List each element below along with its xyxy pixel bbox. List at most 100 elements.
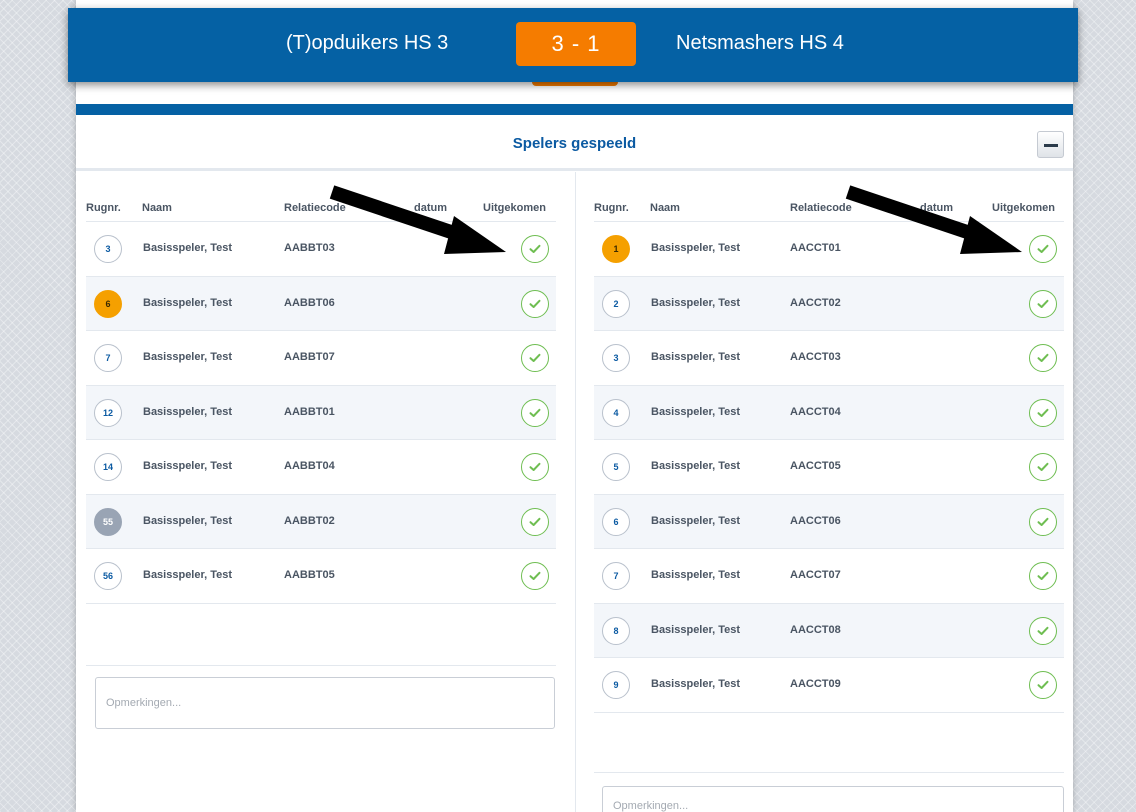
annotation-arrow-left <box>329 185 506 254</box>
player-name: Basisspeler, Test <box>143 569 233 581</box>
player-name: Basisspeler, Test <box>651 623 741 636</box>
outcome-check-icon[interactable] <box>521 507 549 536</box>
outcome-check-icon[interactable] <box>521 289 549 318</box>
table-row: 5 Basisspeler, Test AACCT05 <box>594 440 1064 495</box>
outcome-check-icon[interactable] <box>1029 453 1057 481</box>
relation-code: AABBT04 <box>284 460 335 472</box>
player-name: Basisspeler, Test <box>651 569 741 581</box>
player-name: Basisspeler, Test <box>651 405 741 418</box>
away-players-list: 1 Basisspeler, Test AACCT01 2 Basisspeler, T… <box>594 222 1064 713</box>
table-row: 7 Basisspeler, Test AABBT07 <box>86 331 556 386</box>
relation-code: AACCT04 <box>790 405 841 418</box>
annotation-arrow-right <box>845 185 1022 254</box>
outcome-check-icon[interactable] <box>521 344 549 372</box>
match-header: (T)opduikers HS 3 3 - 1 Netsmashers HS 4 <box>68 8 1078 82</box>
shirt-number-badge: 8 <box>602 616 630 645</box>
relation-code: AACCT09 <box>790 678 841 690</box>
score-badge: 3 - 1 <box>516 22 636 66</box>
player-name: Basisspeler, Test <box>651 460 741 472</box>
player-name: Basisspeler, Test <box>143 242 233 254</box>
shirt-number-badge: 55 <box>94 507 122 536</box>
player-name: Basisspeler, Test <box>651 351 741 363</box>
player-name: Basisspeler, Test <box>143 460 233 472</box>
shirt-number-badge: 56 <box>94 562 122 590</box>
table-row: 3 Basisspeler, Test AACCT03 <box>594 331 1064 386</box>
table-row: 7 Basisspeler, Test AACCT07 <box>594 549 1064 604</box>
relation-code: AABBT07 <box>284 351 335 363</box>
relation-code: AACCT06 <box>790 514 841 527</box>
outcome-check-icon[interactable] <box>521 235 549 263</box>
column-header-number: Rugnr. <box>86 202 121 214</box>
outcome-check-icon[interactable] <box>521 398 549 427</box>
shirt-number-badge: 4 <box>602 398 630 427</box>
shirt-number-badge: 5 <box>602 453 630 481</box>
outcome-check-icon[interactable] <box>1029 616 1057 645</box>
table-row: 6 Basisspeler, Test AABBT06 <box>86 276 556 331</box>
outcome-check-icon[interactable] <box>521 453 549 481</box>
table-row: 56 Basisspeler, Test AABBT05 <box>86 549 556 604</box>
relation-code: AACCT02 <box>790 296 841 309</box>
away-team-name: Netsmashers HS 4 <box>676 32 844 54</box>
relation-code: AACCT08 <box>790 623 841 636</box>
player-name: Basisspeler, Test <box>651 242 741 254</box>
collapse-button[interactable] <box>1037 131 1064 158</box>
relation-code: AABBT02 <box>284 514 335 527</box>
outcome-check-icon[interactable] <box>1029 398 1057 427</box>
score-tab <box>532 82 618 86</box>
away-players-panel: Rugnr. Naam Relatiecode datum Uitgekomen… <box>594 172 1064 812</box>
home-players-panel: Rugnr. Naam Relatiecode datum Uitgekomen… <box>86 172 556 812</box>
table-row: 6 Basisspeler, Test AACCT06 <box>594 494 1064 549</box>
player-name: Basisspeler, Test <box>143 405 233 418</box>
section-title: Spelers gespeeld <box>512 135 637 152</box>
table-row: 9 Basisspeler, Test AACCT09 <box>594 658 1064 713</box>
relation-code: AACCT01 <box>790 242 841 254</box>
column-header-number: Rugnr. <box>594 202 629 214</box>
section-header: Spelers gespeeld <box>76 115 1073 171</box>
relation-code: AABBT06 <box>284 296 335 309</box>
column-divider <box>575 172 576 812</box>
shirt-number-badge: 9 <box>602 671 630 699</box>
outcome-check-icon[interactable] <box>1029 235 1057 263</box>
table-row: 55 Basisspeler, Test AABBT02 <box>86 494 556 549</box>
shirt-number-badge: 2 <box>602 289 630 318</box>
table-row: 2 Basisspeler, Test AACCT02 <box>594 276 1064 331</box>
table-row: 8 Basisspeler, Test AACCT08 <box>594 603 1064 658</box>
relation-code: AACCT05 <box>790 460 841 472</box>
relation-code: AACCT03 <box>790 351 841 363</box>
player-name: Basisspeler, Test <box>143 351 233 363</box>
outcome-check-icon[interactable] <box>1029 671 1057 699</box>
player-name: Basisspeler, Test <box>651 296 741 309</box>
relation-code: AACCT07 <box>790 569 841 581</box>
shirt-number-badge: 6 <box>602 507 630 536</box>
table-row: 4 Basisspeler, Test AACCT04 <box>594 385 1064 440</box>
home-remarks-input[interactable] <box>95 677 555 729</box>
shirt-number-badge: 7 <box>602 562 630 590</box>
shirt-number-badge: 3 <box>602 344 630 372</box>
outcome-check-icon[interactable] <box>521 562 549 590</box>
away-remarks-input[interactable] <box>602 786 1064 812</box>
remarks-rule <box>594 772 1064 773</box>
column-header-name: Naam <box>650 202 680 214</box>
outcome-check-icon[interactable] <box>1029 562 1057 590</box>
outcome-check-icon[interactable] <box>1029 289 1057 318</box>
outcome-check-icon[interactable] <box>1029 344 1057 372</box>
relation-code: AABBT01 <box>284 405 335 418</box>
shirt-number-badge: 7 <box>94 344 122 372</box>
player-name: Basisspeler, Test <box>143 514 233 527</box>
table-row: 12 Basisspeler, Test AABBT01 <box>86 385 556 440</box>
home-team-name: (T)opduikers HS 3 <box>286 32 449 54</box>
relation-code: AABBT05 <box>284 569 335 581</box>
shirt-number-badge: 1 <box>602 235 630 263</box>
shirt-number-badge: 3 <box>94 235 122 263</box>
column-header-name: Naam <box>142 202 172 214</box>
outcome-check-icon[interactable] <box>1029 507 1057 536</box>
shirt-number-badge: 12 <box>94 398 122 427</box>
shirt-number-badge: 14 <box>94 453 122 481</box>
section-divider-bar <box>76 104 1073 115</box>
table-row: 14 Basisspeler, Test AABBT04 <box>86 440 556 495</box>
player-name: Basisspeler, Test <box>651 678 741 690</box>
remarks-rule <box>86 665 556 666</box>
home-players-list: 3 Basisspeler, Test AABBT03 6 Basisspeler, T… <box>86 222 556 604</box>
player-name: Basisspeler, Test <box>651 514 741 527</box>
shirt-number-badge: 6 <box>94 289 122 318</box>
